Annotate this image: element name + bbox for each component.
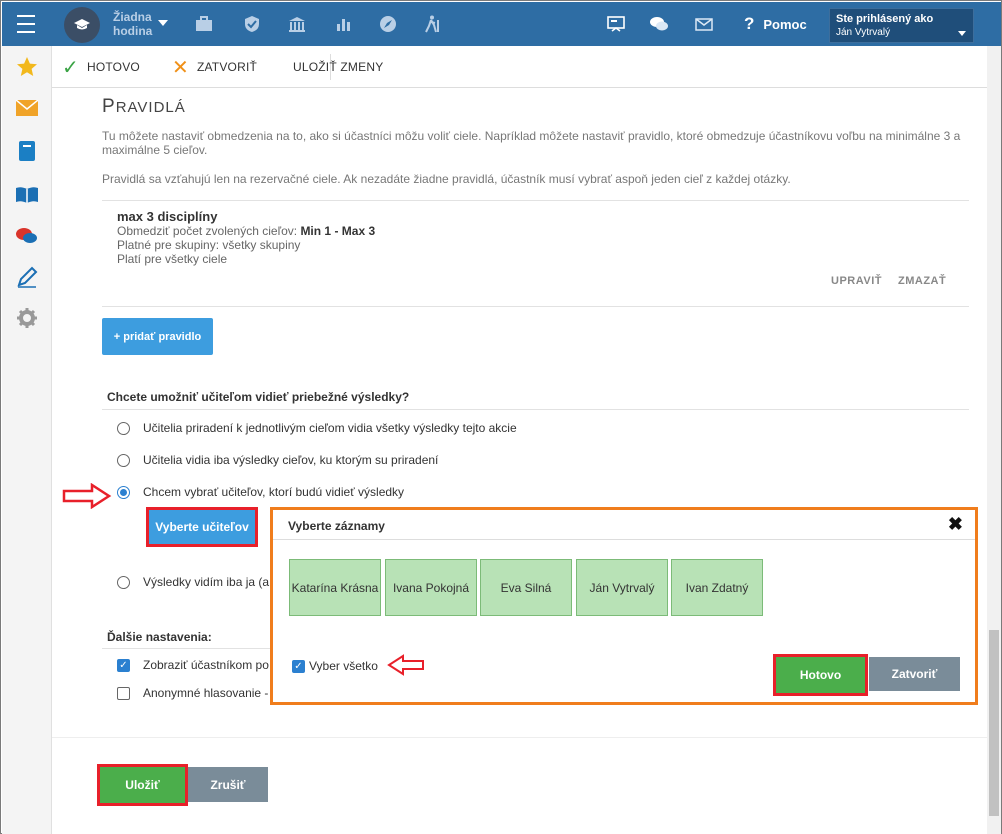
save-changes-label: ULOŽIŤ ZMENY [293,60,384,74]
user-menu[interactable]: Ste prihlásený ako Ján Vytrvalý [829,8,974,43]
show-participants-label[interactable]: Zobraziť účastníkom po [143,658,269,672]
results-question: Chcete umožniť učiteľom vidieť priebežné… [107,390,410,404]
scrollbar-thumb[interactable] [989,630,999,816]
chat-icon[interactable] [647,2,671,46]
results-option-label[interactable]: Učitelia priradení k jednotlivým cieľom … [143,421,517,435]
rules-note: Pravidlá sa vzťahujú len na rezervačné c… [102,172,791,186]
done-label: HOTOVO [86,60,140,74]
left-sidebar [2,46,52,834]
edit-rule-link[interactable]: UPRAVIŤ [831,275,882,287]
shield-icon[interactable] [240,2,264,46]
star-icon[interactable] [2,48,52,84]
add-rule-button[interactable]: + pridať pravidlo [102,318,213,355]
action-toolbar: ✓ HOTOVO ✕ ZATVORIŤ ULOŽIŤ ZMENY [52,46,987,88]
rule-groups: Platné pre skupiny: všetky skupiny [117,238,301,252]
bank-icon[interactable] [285,2,309,46]
help-label: Pomoc [763,16,807,32]
book-icon[interactable] [2,133,52,169]
divider [102,200,969,201]
open-book-icon[interactable] [2,177,52,213]
record-tile[interactable]: Ivana Pokojná [385,559,477,616]
select-all-label[interactable]: Vyber všetko [309,659,378,673]
help-icon: ? [744,14,755,33]
gear-icon[interactable] [2,300,52,336]
results-option-radio[interactable] [117,454,130,467]
top-navigation-bar: Žiadna hodina ? Pomoc Ste prihlásený ako… [2,2,1001,46]
rules-intro: Tu môžete nastaviť obmedzenia na to, ako… [102,129,961,157]
close-icon: ✕ [172,56,189,79]
divider [102,409,969,410]
anonymous-voting-label[interactable]: Anonymné hlasovanie - [143,686,268,700]
dialog-header: Vyberte záznamy ✖ [273,510,975,540]
pen-icon[interactable] [2,259,52,295]
done-button[interactable]: ✓ HOTOVO [62,46,140,88]
arrow-right-icon [62,482,112,512]
divider [102,306,969,307]
bar-chart-icon[interactable] [332,2,356,46]
results-option-label[interactable]: Chcem vybrať učiteľov, ktorí budú vidieť… [143,485,404,499]
rule-name: max 3 disciplíny [117,209,218,224]
menu-icon[interactable] [2,2,50,46]
results-option-label[interactable]: Výsledky vidím iba ja (a [143,575,269,589]
compass-icon[interactable] [376,2,400,46]
dialog-done-button[interactable]: Hotovo [773,654,868,696]
arrow-left-icon [387,654,425,679]
select-teachers-button[interactable]: Vyberte učiteľov [146,507,258,547]
mail-icon[interactable] [692,2,716,46]
select-records-dialog: Vyberte záznamy ✖ Katarína Krásna Ivana … [270,507,978,705]
cancel-button[interactable]: Zrušiť [188,767,268,802]
envelope-icon[interactable] [2,90,52,126]
user-name: Ján Vytrvalý [836,27,891,38]
help-link[interactable]: ? Pomoc [744,2,807,46]
show-participants-checkbox[interactable]: ✓ [117,659,130,672]
results-option-radio[interactable] [117,576,130,589]
results-option-label[interactable]: Učitelia vidia iba výsledky cieľov, ku k… [143,453,438,467]
app-window: Žiadna hodina ? Pomoc Ste prihlásený ako… [0,0,1002,834]
delete-rule-link[interactable]: ZMAZAŤ [898,275,946,287]
chevron-down-icon[interactable] [158,20,168,26]
chevron-down-icon [958,31,966,36]
record-tile[interactable]: Katarína Krásna [289,559,381,616]
main-content: PRAVIDLÁ Tu môžete nastaviť obmedzenia n… [52,89,987,834]
rule-limit: Obmedziť počet zvolených cieľov: Min 1 -… [117,224,376,238]
save-changes-button[interactable]: ULOŽIŤ ZMENY [293,46,383,88]
comments-icon[interactable] [2,218,52,254]
user-caption: Ste prihlásený ako [836,13,934,25]
vertical-scrollbar[interactable] [987,46,1001,834]
close-button[interactable]: ✕ ZATVORIŤ [172,46,257,88]
presentation-icon[interactable] [604,2,628,46]
record-tile[interactable]: Ivan Zdatný [671,559,763,616]
graduation-cap-icon[interactable] [64,7,100,43]
page-title: PRAVIDLÁ [102,96,186,117]
close-label: ZATVORIŤ [196,60,258,74]
record-tile[interactable]: Eva Silná [480,559,572,616]
briefcase-icon[interactable] [192,2,216,46]
hiking-icon[interactable] [421,2,445,46]
anonymous-voting-checkbox[interactable] [117,687,130,700]
dialog-title: Vyberte záznamy [288,519,385,533]
checkmark-icon: ✓ [62,56,79,79]
save-button[interactable]: Uložiť [97,764,188,806]
rule-targets: Platí pre všetky ciele [117,252,228,266]
select-all-checkbox[interactable]: ✓ [292,660,305,673]
dialog-close-button[interactable]: Zatvoriť [869,657,960,691]
more-settings-heading: Ďalšie nastavenia: [107,630,212,644]
results-option-radio[interactable] [117,422,130,435]
record-tile[interactable]: Ján Vytrvalý [576,559,668,616]
close-icon[interactable]: ✖ [948,514,963,535]
results-option-radio-selected[interactable] [117,486,130,499]
footer-divider [52,737,987,738]
